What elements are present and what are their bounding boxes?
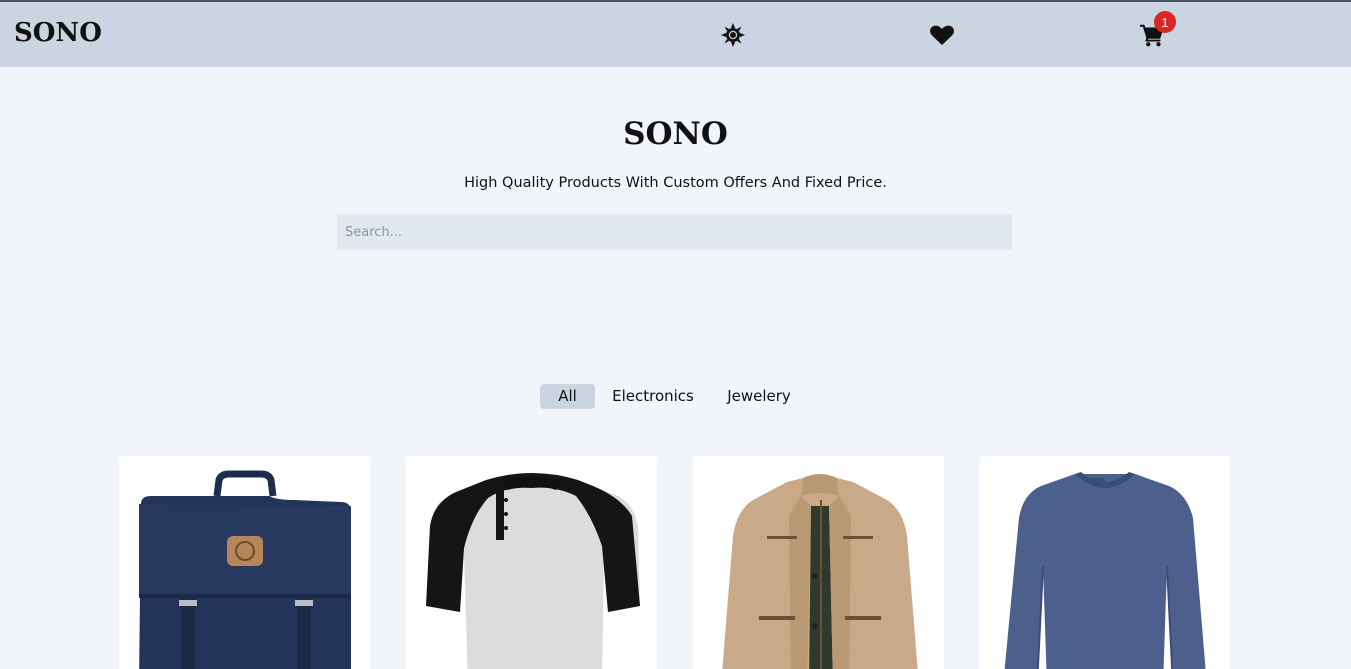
top-navbar: SONO 1 <box>0 0 1351 67</box>
product-image-jacket <box>722 474 918 669</box>
product-image-long-sleeve-shirt <box>1004 472 1206 669</box>
heart-icon[interactable] <box>929 22 955 48</box>
product-image-backpack <box>139 470 351 669</box>
product-card[interactable] <box>119 456 370 669</box>
sun-icon[interactable] <box>720 22 746 48</box>
cart-count-badge: 1 <box>1154 11 1176 33</box>
category-tab-electronics[interactable]: Electronics <box>606 384 700 409</box>
product-card[interactable] <box>979 456 1230 669</box>
product-card[interactable] <box>406 456 657 669</box>
category-tab-jewelery[interactable]: Jewelery <box>720 384 798 409</box>
search-input[interactable] <box>337 214 1012 250</box>
category-tab-all[interactable]: All <box>540 384 595 409</box>
hero-title: SONO <box>623 116 728 152</box>
hero-subtitle: High Quality Products With Custom Offers… <box>464 175 887 191</box>
product-card[interactable] <box>693 456 944 669</box>
brand-logo[interactable]: SONO <box>14 18 102 48</box>
product-image-raglan-tshirt <box>426 473 640 669</box>
